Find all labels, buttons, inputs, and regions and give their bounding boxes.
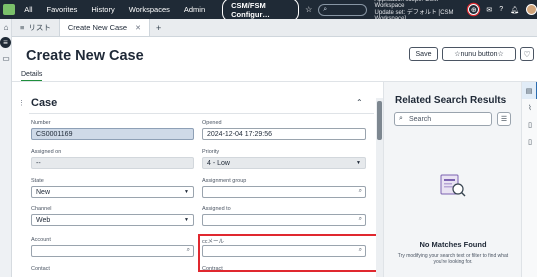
file-icon[interactable]: ▯ (522, 133, 537, 150)
assigned-on-field: -- (31, 157, 194, 169)
globe-icon[interactable]: ⊕ (468, 4, 480, 15)
assigned-on-label: Assigned on (31, 149, 62, 155)
tab-create-new-case[interactable]: Create New Case ✕ (58, 19, 150, 36)
save-button[interactable]: Save (409, 47, 438, 61)
page-title: Create New Case (26, 48, 144, 64)
tab-active-label: Create New Case (67, 23, 128, 32)
close-icon[interactable]: ✕ (135, 24, 141, 32)
contextual-sidebar: ▤ ⌇ ▯ ▯ (521, 82, 537, 277)
related-search-input[interactable]: ⌕ Search (394, 112, 492, 126)
account-field[interactable]: ⌕ (31, 245, 194, 257)
state-value: New (36, 188, 51, 196)
assigned-on-value: -- (36, 159, 41, 167)
document-icon[interactable]: ▯ (522, 116, 537, 133)
search-icon: ⌕ (399, 115, 403, 122)
contract-label: Contract (202, 266, 223, 272)
priority-label: Priority (202, 149, 220, 155)
assignment-group-field[interactable]: ⌕ (202, 186, 366, 198)
favorite-star-icon[interactable]: ☆ (305, 5, 312, 14)
account-label: Account (31, 237, 51, 243)
section-divider (29, 113, 374, 114)
workspace-tabs: ≡ リスト Create New Case ✕ + (12, 19, 537, 37)
drag-handle-icon[interactable]: ⋮ (18, 99, 25, 107)
priority-value: 4 - Low (207, 159, 230, 167)
avatar[interactable] (526, 4, 537, 15)
no-results-illustration-icon (440, 174, 466, 197)
nav-workspaces[interactable]: Workspaces (122, 5, 177, 14)
nav-favorites[interactable]: Favorites (40, 5, 85, 14)
contact-label: Contact (31, 266, 50, 272)
help-icon[interactable]: ? (499, 6, 503, 13)
nav-icons: ⊕ ✉ ? 🔔︎ (468, 4, 537, 15)
home-icon[interactable]: ⌂ (0, 19, 12, 35)
opened-value: 2024-12-04 17:29:56 (207, 130, 272, 138)
assigned-to-field[interactable]: ⌕ (202, 214, 366, 226)
highlight-box (198, 234, 386, 272)
no-matches-heading: No Matches Found (419, 240, 487, 249)
tab-list-label: リスト (28, 23, 51, 32)
list-icon[interactable]: ≡ (0, 37, 11, 48)
related-search-panel: Related Search Results ⌕ Search ☰ No Mat… (383, 82, 521, 277)
app-logo-icon[interactable] (0, 0, 17, 19)
app-pill-label: CSM/FSM Configur… (231, 0, 270, 19)
left-rail: ⌂ ≡ ▭ (0, 19, 12, 277)
no-matches-hint: Try modifying your search text or filter… (397, 253, 509, 265)
assignment-group-label: Assignment group (202, 178, 247, 184)
assigned-to-label: Assigned to (202, 206, 231, 212)
record-header: Create New Case Save ☆nunu button☆ ♡ Det… (12, 37, 537, 82)
top-nav-bar: All Favorites History Workspaces Admin C… (0, 0, 537, 22)
opened-label: Opened (202, 120, 222, 126)
scrollbar-thumb[interactable] (377, 101, 382, 140)
attachment-icon[interactable]: ⌇ (522, 99, 537, 116)
nav-admin[interactable]: Admin (177, 5, 212, 14)
bell-icon[interactable]: 🔔︎ (510, 6, 519, 14)
channel-select[interactable]: Web ▼ (31, 214, 194, 226)
related-title: Related Search Results (395, 95, 507, 106)
inbox-icon[interactable]: ▭ (0, 50, 12, 66)
chat-icon[interactable]: ✉ (486, 6, 492, 14)
search-icon[interactable]: ⌕ (359, 188, 362, 195)
chevron-down-icon: ▼ (184, 189, 189, 195)
chevron-down-icon: ▼ (356, 160, 361, 166)
nav-history[interactable]: History (84, 5, 121, 14)
section-title: Case (31, 97, 58, 109)
global-search-field[interactable]: ⌕ (318, 3, 367, 16)
list-lines-icon: ≡ (20, 23, 25, 32)
channel-label: Channel (31, 206, 52, 212)
book-icon[interactable]: ▤ (522, 82, 537, 99)
nunu-button[interactable]: ☆nunu button☆ (442, 47, 516, 61)
case-form: ⋮ Case ⌃ Number CS0001169 Opened 2024-12… (12, 82, 386, 277)
chevron-up-icon[interactable]: ⌃ (356, 98, 363, 107)
filter-icon[interactable]: ☰ (497, 112, 511, 126)
number-value: CS0001169 (36, 130, 73, 138)
search-icon[interactable]: ⌕ (187, 247, 190, 254)
search-icon[interactable]: ⌕ (359, 216, 362, 223)
heart-icon[interactable]: ♡ (520, 47, 534, 61)
nav-all[interactable]: All (17, 5, 39, 14)
priority-select[interactable]: 4 - Low ▼ (202, 157, 366, 169)
chevron-down-icon: ▼ (184, 217, 189, 223)
opened-field[interactable]: 2024-12-04 17:29:56 (202, 128, 366, 140)
tab-list[interactable]: ≡ リスト (12, 19, 59, 36)
scope-application: Application scope: CSM Workspace (374, 0, 439, 9)
add-tab-icon[interactable]: + (150, 19, 167, 36)
channel-value: Web (36, 216, 51, 224)
related-search-placeholder: Search (409, 115, 432, 123)
number-field[interactable]: CS0001169 (31, 128, 194, 140)
search-icon: ⌕ (323, 5, 328, 13)
state-select[interactable]: New ▼ (31, 186, 194, 198)
form-scrollbar[interactable] (376, 98, 383, 277)
number-label: Number (31, 120, 51, 126)
state-label: State (31, 178, 44, 184)
